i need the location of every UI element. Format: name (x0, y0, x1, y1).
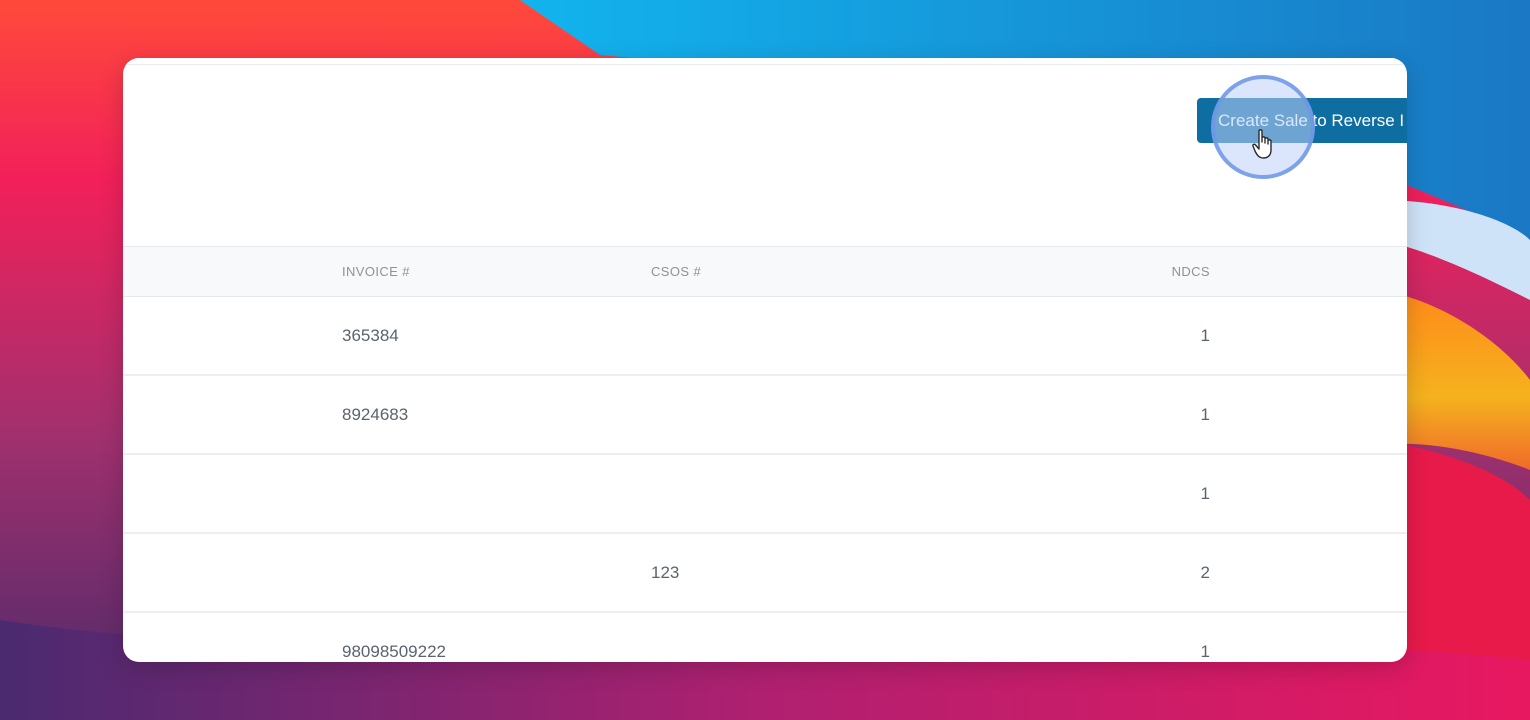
cell-csos: 123 (651, 563, 680, 582)
cell-ndcs: 1 (1200, 642, 1210, 661)
cell-invoice: 365384 (342, 326, 399, 345)
cell-invoice: 98098509222 (342, 642, 447, 661)
table-header: INVOICE # CSOS # NDCS (123, 246, 1407, 297)
table-row[interactable]: 365384 1 (123, 297, 1407, 376)
table-row[interactable]: 1 (123, 455, 1407, 534)
column-header-invoice[interactable]: INVOICE # (342, 247, 410, 296)
window-top-border (123, 58, 1407, 65)
table-row[interactable]: 123 2 (123, 534, 1407, 613)
app-window: Create Sale to Reverse I INVOICE # CSOS … (123, 58, 1407, 662)
invoice-table: INVOICE # CSOS # NDCS 365384 1 8924683 1… (123, 246, 1407, 662)
column-header-csos[interactable]: CSOS # (651, 247, 701, 296)
table-row[interactable]: 98098509222 1 (123, 613, 1407, 662)
table-row[interactable]: 8924683 1 (123, 376, 1407, 455)
cell-ndcs: 1 (1200, 405, 1210, 424)
column-header-ndcs[interactable]: NDCS (1172, 247, 1210, 296)
cell-invoice: 8924683 (342, 405, 409, 424)
cell-ndcs: 2 (1200, 563, 1210, 582)
create-sale-to-reverse-button[interactable]: Create Sale to Reverse I (1197, 98, 1407, 143)
cell-ndcs: 1 (1200, 326, 1210, 345)
cell-ndcs: 1 (1200, 484, 1210, 503)
